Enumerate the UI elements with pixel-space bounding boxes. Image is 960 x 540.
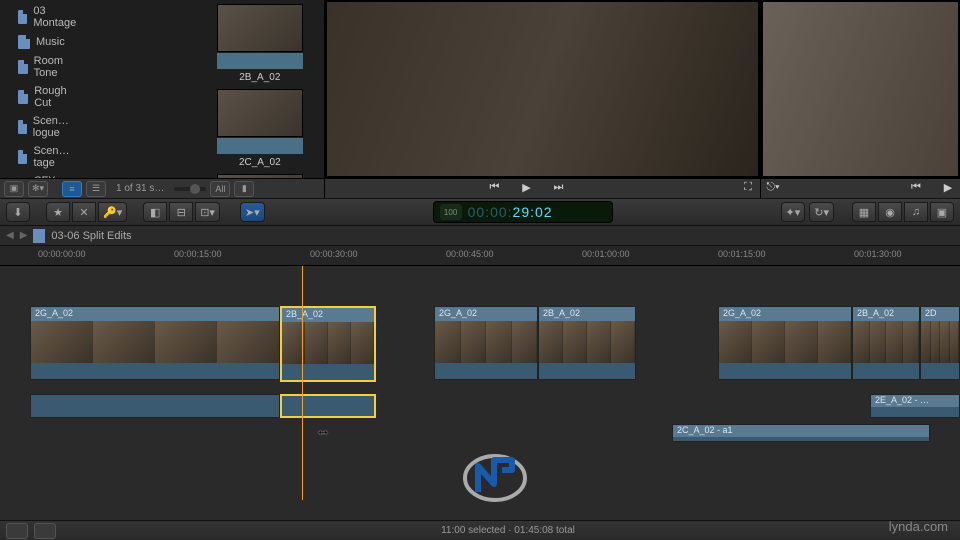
share-button[interactable]: ⎋▾ [761,181,785,197]
sidebar-item-scentage[interactable]: Scen…tage [0,142,83,172]
ruler-tick: 00:00:30:00 [310,249,358,259]
fullscreen-button[interactable]: ⛶ [736,181,760,197]
timeline-audio-clip[interactable] [280,394,376,418]
roll-edit-cursor-icon [312,422,334,438]
viewer-frame[interactable] [327,2,758,176]
media-browser: 03 Montage Music Room Tone Rough Cut Sce… [0,0,324,198]
timeline-video-clip[interactable]: 2G_A_02 [718,306,852,380]
time-ruler[interactable]: 00:00:00:00 00:00:15:00 00:00:30:00 00:00:4… [0,246,960,266]
prev-edit-button[interactable]: ⏮ [904,181,928,197]
viewer-transport: ⎋▾ ⏮ ▶ [761,178,960,198]
prev-edit-button[interactable]: ⏮ [483,181,507,197]
filmstrip-view-button[interactable]: ≡ [62,181,82,197]
timecode-display[interactable]: 100 00:00:29:02 [433,201,613,223]
timeline-audio-clip[interactable]: 2C_A_02 - a1 [672,424,930,442]
sidebar-item-roughcut[interactable]: Rough Cut [0,82,83,112]
project-icon [18,60,28,74]
reject-button[interactable]: ✕ [72,202,96,222]
sidebar-item-roomtone[interactable]: Room Tone [0,52,83,82]
play-button[interactable]: ▶ [515,181,539,197]
photos-browser-button[interactable]: ◉ [878,202,902,222]
project-icon [18,120,27,134]
effects-browser-button[interactable]: ▦ [852,202,876,222]
event-sidebar: 03 Montage Music Room Tone Rough Cut Sce… [0,0,83,178]
timeline-history-button[interactable] [34,523,56,539]
ruler-tick: 00:00:00:00 [38,249,86,259]
project-name: 03-06 Split Edits [51,230,131,242]
timeline-video-clip[interactable]: 2B_A_02 [280,306,376,382]
insert-clip-button[interactable]: ⊟ [169,202,193,222]
watermark-text: lynda.com [889,519,948,534]
clip-count: 1 of 31 s… [116,183,164,194]
project-icon [18,35,30,49]
import-button[interactable]: ⬇ [6,202,30,222]
thumbnail-size-slider[interactable] [174,187,206,191]
timeline-index-button[interactable] [6,523,28,539]
clip-grid: 2B_A_02 2C_A_02 2D_A_02 2D_A_03 [213,0,324,178]
history-back-button[interactable]: ◀ [6,230,14,241]
sidebar-item-scenlogue[interactable]: Scen…logue [0,112,83,142]
watermark-logo [460,448,530,508]
playhead[interactable] [302,266,303,500]
timeline-audio-clip[interactable]: 2E_A_02 - … [870,394,960,418]
connect-clip-button[interactable]: ◧ [143,202,167,222]
project-icon [18,10,27,24]
favorite-button[interactable]: ★ [46,202,70,222]
keyword-button[interactable]: 🔑▾ [98,202,127,222]
timeline-video-clip[interactable]: 2B_A_02 [538,306,636,380]
ruler-tick: 00:01:15:00 [718,249,766,259]
titles-browser-button[interactable]: ▣ [930,202,954,222]
play-button[interactable]: ▶ [936,181,960,197]
list-view-button[interactable]: ☰ [86,181,106,197]
ruler-tick: 00:00:45:00 [446,249,494,259]
project-icon [18,150,27,164]
timeline-video-clip[interactable]: 2D [920,306,960,380]
timeline-video-clip[interactable]: 2B_A_02 [852,306,920,380]
timeline-audio-clip[interactable] [30,394,280,418]
ruler-tick: 00:00:15:00 [174,249,222,259]
filter-dropdown[interactable]: All [210,181,230,197]
hide-rejected-button[interactable]: ▣ [4,181,24,197]
sidebar-item-montage[interactable]: 03 Montage [0,2,83,32]
main-toolbar: ⬇ ★ ✕ 🔑▾ ◧ ⊟ ⊡▾ ➤▾ 100 00:00:29:02 ✦▾ ↻▾… [0,198,960,226]
ruler-tick: 00:01:00:00 [582,249,630,259]
clip-thumb[interactable]: 2B_A_02 [217,4,303,83]
history-fwd-button[interactable]: ▶ [20,230,28,241]
retime-button[interactable]: ↻▾ [809,202,834,222]
settings-button[interactable]: ✻▾ [28,181,48,197]
clip-thumb[interactable]: 2C_A_02 [217,89,303,168]
timeline-video-clip[interactable]: 2G_A_02 [434,306,538,380]
sidebar-item-music[interactable]: Music [0,32,83,52]
next-edit-button[interactable]: ⏭ [547,181,571,197]
browser-toolbar: ▣ ✻▾ ≡ ☰ 1 of 31 s… All ▮ [0,178,324,198]
clip-appearance-button[interactable]: ▮ [234,181,254,197]
ruler-tick: 00:01:30:00 [854,249,902,259]
event-viewer: ⏮ ▶ ⏭ ⛶ [324,0,760,198]
project-icon [33,229,45,243]
timeline-video-clip[interactable]: 2G_A_02 [30,306,280,380]
selection-status: 11:00 selected · 01:45:08 total [62,525,954,536]
viewer-frame[interactable] [763,2,958,176]
zoom-pct: 100 [440,204,462,220]
timecode-digits: 00:00:29:02 [468,204,553,221]
effects-button[interactable]: ✦▾ [781,202,806,222]
project-header: ◀ ▶ 03-06 Split Edits [0,226,960,246]
append-clip-button[interactable]: ⊡▾ [195,202,220,222]
project-icon [18,90,28,104]
select-tool-button[interactable]: ➤▾ [240,202,265,222]
secondary-viewer: ⎋▾ ⏮ ▶ [760,0,960,198]
viewer-transport: ⏮ ▶ ⏭ ⛶ [325,178,760,198]
timeline-footer: 11:00 selected · 01:45:08 total [0,520,960,540]
music-browser-button[interactable]: ♫ [904,202,928,222]
